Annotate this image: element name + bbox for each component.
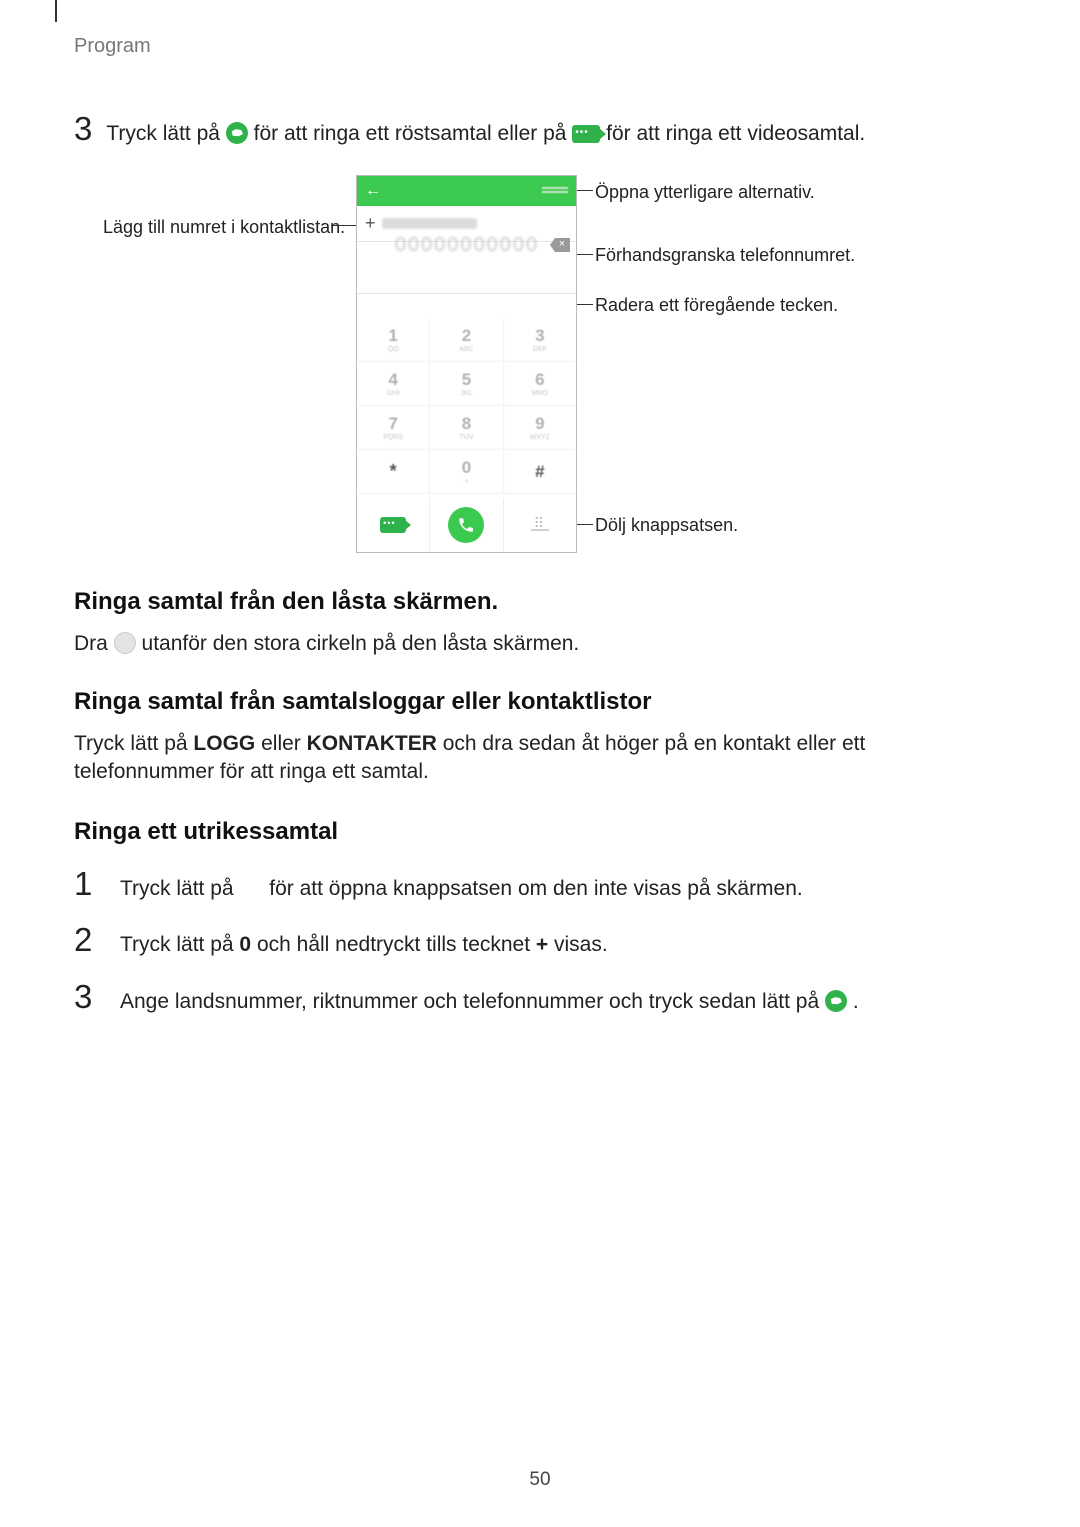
callout-delete-text: Radera ett föregående tecken. — [595, 295, 838, 315]
phone-icon — [448, 507, 484, 543]
key-8[interactable]: 8TUV — [430, 406, 503, 450]
sec2-a: Tryck lätt på — [74, 732, 193, 755]
intl2-plus: + — [536, 933, 548, 956]
sec1-post: utanför den stora cirkeln på den låsta s… — [142, 632, 580, 655]
dialer-figure: Lägg till numret i kontaktlistan. Öppna … — [73, 175, 853, 570]
video-icon — [380, 517, 406, 533]
key-hash[interactable]: # — [504, 450, 576, 494]
video-call-icon — [572, 125, 600, 143]
callout-preview-text: Förhandsgranska telefonnumret. — [595, 245, 855, 265]
sec2-kontakter: KONTAKTER — [307, 732, 437, 755]
video-call-button[interactable] — [357, 498, 430, 552]
intl-step-2: 2 Tryck lätt på 0 och håll nedtryckt til… — [74, 921, 1006, 959]
page-number: 50 — [0, 1469, 1080, 1491]
dialer-phone-mock: ← + 00000000000 1QO 2ABC 3DEF 4GHI 5JKL … — [356, 175, 577, 553]
international-steps: 1 Tryck lätt på för att öppna knappsatse… — [74, 865, 1006, 1034]
phone-call-icon — [226, 122, 248, 144]
key-star[interactable]: * — [357, 450, 430, 494]
body-logs-contacts: Tryck lätt på LOGG eller KONTAKTER och d… — [74, 730, 1006, 787]
callout-delete: Radera ett föregående tecken. — [595, 295, 838, 316]
heading-international: Ringa ett utrikessamtal — [74, 818, 1006, 846]
intl-step-2-num: 2 — [74, 921, 102, 959]
callout-add-contact: Lägg till numret i kontaktlistan. — [103, 217, 345, 238]
key-3[interactable]: 3DEF — [504, 318, 576, 362]
callout-hide-keypad: Dölj knappsatsen. — [595, 515, 738, 536]
intl2-zero: 0 — [239, 933, 251, 956]
key-6[interactable]: 6MNO — [504, 362, 576, 406]
step3-text-post: för att ringa ett videosamtal. — [606, 122, 865, 145]
heading-logs-contacts: Ringa samtal från samtalsloggar eller ko… — [74, 688, 1006, 716]
key-7[interactable]: 7PQRS — [357, 406, 430, 450]
callout-more-options: Öppna ytterligare alternativ. — [595, 182, 815, 203]
body-lockscreen: Dra utanför den stora cirkeln på den lås… — [74, 630, 1006, 658]
intl-step-3: 3 Ange landsnummer, riktnummer och telef… — [74, 978, 1006, 1016]
intl-step-3-num: 3 — [74, 978, 102, 1016]
keypad: 1QO 2ABC 3DEF 4GHI 5JKL 6MNO 7PQRS 8TUV … — [357, 318, 576, 494]
intl2-pre: Tryck lätt på — [120, 933, 239, 956]
key-5[interactable]: 5JKL — [430, 362, 503, 406]
dialer-topbar: ← — [357, 176, 576, 206]
phone-call-icon — [825, 990, 847, 1012]
step-number-3: 3 — [74, 110, 92, 148]
step-3-line: 3 Tryck lätt på för att ringa ett röstsa… — [74, 110, 865, 148]
callout-add-contact-text: Lägg till numret i kontaktlistan. — [103, 217, 345, 237]
intl1-pre: Tryck lätt på — [120, 877, 239, 900]
plus-icon: + — [365, 213, 376, 234]
step3-text-mid: för att ringa ett röstsamtal eller på — [254, 122, 573, 145]
intl-step-1: 1 Tryck lätt på för att öppna knappsatse… — [74, 865, 1006, 903]
sec2-b: eller — [255, 732, 306, 755]
voice-call-button[interactable] — [430, 498, 503, 552]
intl2-post: visas. — [548, 933, 608, 956]
section-lockscreen: Ringa samtal från den låsta skärmen. Dra… — [74, 588, 1006, 658]
hide-keypad-button[interactable]: ⠿ — [504, 498, 576, 552]
callout-more-options-text: Öppna ytterligare alternativ. — [595, 182, 815, 202]
top-rule-mark — [55, 0, 57, 22]
keypad-hide-icon: ⠿ — [531, 519, 549, 531]
section-international: Ringa ett utrikessamtal — [74, 818, 1006, 860]
key-0[interactable]: 0+ — [430, 450, 503, 494]
sec2-logg: LOGG — [193, 732, 255, 755]
intl2-mid: och håll nedtryckt tills tecknet — [251, 933, 536, 956]
key-4[interactable]: 4GHI — [357, 362, 430, 406]
dialer-action-row: ⠿ — [357, 498, 576, 552]
step3-text-pre: Tryck lätt på — [106, 122, 225, 145]
key-9[interactable]: 9WXYZ — [504, 406, 576, 450]
intl3-pre: Ange landsnummer, riktnummer och telefon… — [120, 990, 825, 1013]
back-arrow-icon[interactable]: ← — [365, 182, 381, 200]
heading-lockscreen: Ringa samtal från den låsta skärmen. — [74, 588, 1006, 616]
drag-circle-icon — [114, 632, 136, 654]
section-logs-contacts: Ringa samtal från samtalsloggar eller ko… — [74, 688, 1006, 787]
more-options-icon[interactable] — [542, 187, 568, 195]
intl3-post: . — [853, 990, 859, 1013]
sec1-pre: Dra — [74, 632, 114, 655]
entered-number: 00000000000 — [378, 227, 556, 264]
intl1-post: för att öppna knappsatsen om den inte vi… — [269, 877, 802, 900]
key-2[interactable]: 2ABC — [430, 318, 503, 362]
entered-number-digits: 00000000000 — [395, 234, 539, 257]
section-breadcrumb: Program — [74, 35, 151, 58]
callout-preview: Förhandsgranska telefonnumret. — [595, 245, 855, 266]
callout-hide-keypad-text: Dölj knappsatsen. — [595, 515, 738, 535]
intl-step-1-num: 1 — [74, 865, 102, 903]
key-1[interactable]: 1QO — [357, 318, 430, 362]
